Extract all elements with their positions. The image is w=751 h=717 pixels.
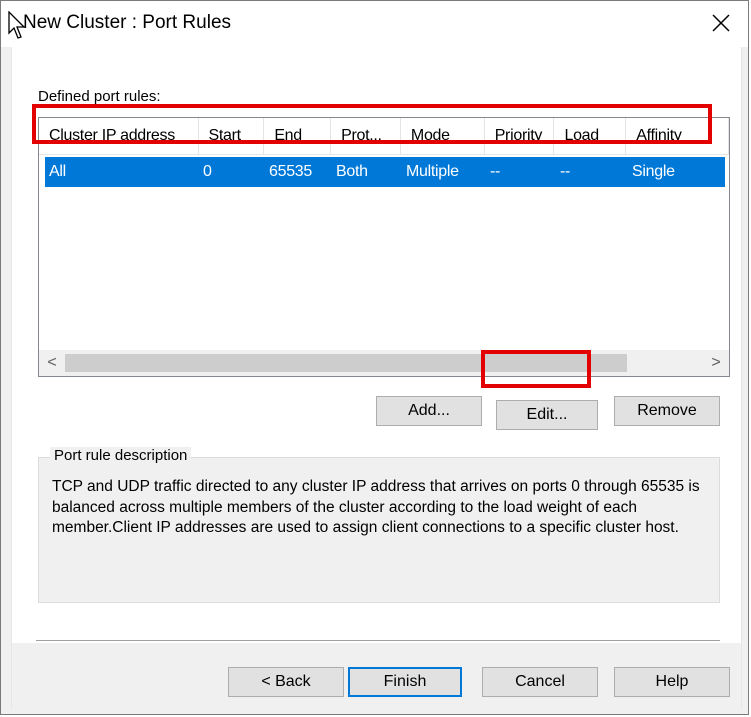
column-header-load[interactable]: Load bbox=[554, 118, 627, 154]
table-row[interactable]: All 0 65535 Both Multiple -- -- Single bbox=[45, 157, 725, 187]
column-header-start[interactable]: Start bbox=[199, 118, 265, 154]
cell-end: 65535 bbox=[269, 163, 312, 180]
defined-port-rules-label: Defined port rules: bbox=[38, 88, 161, 105]
cell-cluster-ip: All bbox=[49, 163, 66, 180]
cell-mode: Multiple bbox=[406, 163, 459, 180]
dialog-client-area: Defined port rules: Cluster IP address S… bbox=[11, 47, 742, 708]
edit-button[interactable]: Edit... bbox=[496, 400, 598, 430]
port-rules-list[interactable]: Cluster IP address Start End Prot... Mod… bbox=[38, 117, 730, 377]
cell-affinity: Single bbox=[632, 163, 675, 180]
column-header-affinity[interactable]: Affinity bbox=[626, 118, 729, 154]
column-header-protocol[interactable]: Prot... bbox=[331, 118, 401, 154]
port-rule-description-title: Port rule description bbox=[50, 447, 192, 464]
remove-button[interactable]: Remove bbox=[614, 396, 720, 426]
window-title: New Cluster : Port Rules bbox=[23, 12, 232, 33]
cell-priority: -- bbox=[490, 163, 501, 180]
cell-load: -- bbox=[560, 163, 571, 180]
port-rule-description-text: TCP and UDP traffic directed to any clus… bbox=[52, 478, 700, 536]
column-header-mode[interactable]: Mode bbox=[401, 118, 485, 154]
scrollbar-thumb[interactable] bbox=[65, 354, 627, 372]
horizontal-scrollbar[interactable]: < > bbox=[39, 350, 729, 376]
help-button[interactable]: Help bbox=[614, 667, 730, 697]
title-bar: New Cluster : Port Rules bbox=[1, 1, 748, 47]
column-header-cluster-ip[interactable]: Cluster IP address bbox=[39, 118, 199, 154]
scroll-left-icon[interactable]: < bbox=[39, 350, 65, 376]
list-header: Cluster IP address Start End Prot... Mod… bbox=[39, 118, 729, 155]
cell-protocol: Both bbox=[336, 163, 368, 180]
scroll-right-icon[interactable]: > bbox=[703, 350, 729, 376]
cell-start: 0 bbox=[203, 163, 212, 180]
back-button[interactable]: < Back bbox=[228, 667, 344, 697]
column-header-end[interactable]: End bbox=[264, 118, 332, 154]
column-header-priority[interactable]: Priority bbox=[485, 118, 555, 154]
close-icon[interactable] bbox=[708, 10, 734, 36]
port-rules-dialog: New Cluster : Port Rules Defined port ru… bbox=[0, 0, 749, 715]
cancel-button[interactable]: Cancel bbox=[482, 667, 598, 697]
finish-button[interactable]: Finish bbox=[348, 667, 462, 697]
add-button[interactable]: Add... bbox=[376, 396, 482, 426]
